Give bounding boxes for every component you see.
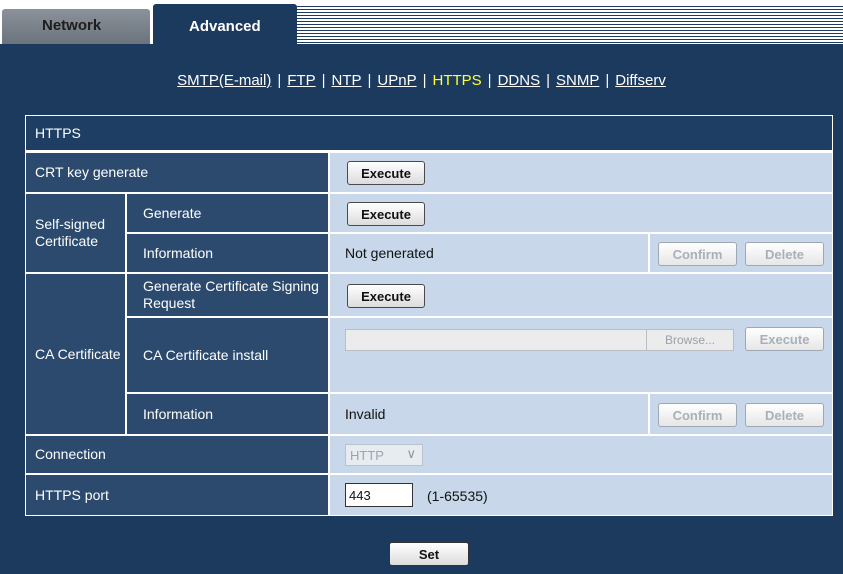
subnav-separator: |: [321, 72, 326, 89]
self-signed-delete-button[interactable]: Delete: [745, 242, 824, 266]
section-title-text: HTTPS: [35, 124, 81, 141]
self-signed-generate-label: Generate: [127, 194, 328, 232]
crt-execute-button[interactable]: Execute: [347, 161, 425, 185]
crt-key-label-text: CRT key generate: [35, 164, 149, 180]
chevron-down-icon: ∨: [406, 446, 416, 461]
sub-navigation: SMTP(E-mail) | FTP | NTP | UPnP | HTTPS | DDNS | SNM…: [0, 72, 843, 89]
ca-install-label-text: CA Certificate install: [143, 346, 269, 363]
self-signed-info-value: Not generated: [330, 234, 648, 272]
self-signed-confirm-button[interactable]: Confirm: [658, 242, 737, 266]
subnav-separator: |: [422, 72, 427, 89]
ca-install-execute-button[interactable]: Execute: [745, 327, 824, 351]
https-settings-table: HTTPS CRT key generate Execute Self-sign…: [25, 115, 833, 516]
connection-label-text: Connection: [35, 446, 106, 462]
https-port-label-text: HTTPS port: [35, 486, 109, 503]
ca-confirm-button[interactable]: Confirm: [658, 403, 737, 427]
self-signed-generate-value: Execute: [330, 194, 832, 232]
tab-bar: Network Advanced: [0, 0, 843, 46]
subnav-smtp[interactable]: SMTP(E-mail): [177, 72, 271, 89]
self-signed-info-text: Not generated: [345, 245, 434, 261]
tab-advanced[interactable]: Advanced: [153, 4, 297, 46]
self-signed-info-label-text: Information: [143, 244, 214, 261]
ca-install-label: CA Certificate install: [127, 318, 328, 392]
subnav-separator: |: [546, 72, 550, 89]
ca-certificate-label: CA Certificate: [26, 274, 125, 434]
subnav-separator: |: [277, 72, 282, 89]
ca-delete-button[interactable]: Delete: [745, 403, 824, 427]
https-port-label: HTTPS port: [26, 475, 328, 515]
ca-info-label: Information: [127, 394, 328, 434]
ca-file-path-field[interactable]: [345, 329, 647, 351]
csr-label: Generate Certificate Signing Request: [127, 274, 328, 316]
subnav-separator: |: [367, 72, 372, 89]
csr-execute-button[interactable]: Execute: [347, 284, 425, 308]
https-port-range: (1-65535): [427, 488, 488, 504]
browse-button[interactable]: Browse...: [646, 329, 734, 351]
tab-network[interactable]: Network: [2, 9, 150, 44]
connection-value: HTTP ∨: [330, 436, 832, 473]
tab-network-label: Network: [42, 17, 102, 34]
section-title: HTTPS: [26, 116, 832, 150]
set-button[interactable]: Set: [389, 542, 469, 566]
ca-info-text: Invalid: [345, 406, 386, 422]
ca-info-value: Invalid: [330, 394, 648, 434]
ca-certificate-label-text: CA Certificate: [35, 345, 121, 362]
tab-bar-decoration: [297, 6, 843, 44]
self-signed-execute-button[interactable]: Execute: [347, 202, 425, 226]
subnav-separator: |: [487, 72, 492, 89]
csr-value: Execute: [330, 274, 832, 316]
subnav-snmp[interactable]: SNMP: [556, 72, 599, 89]
self-signed-generate-label-text: Generate: [143, 204, 202, 221]
self-signed-info-actions: Confirm Delete: [650, 234, 832, 272]
self-signed-info-label: Information: [127, 234, 328, 272]
subnav-https[interactable]: HTTPS: [433, 72, 482, 89]
https-port-value: (1-65535): [330, 475, 832, 515]
subnav-upnp[interactable]: UPnP: [377, 72, 416, 89]
ca-install-value: Browse... Execute: [330, 318, 832, 392]
self-signed-label: Self-signed Certificate: [26, 194, 125, 272]
connection-select[interactable]: HTTP ∨: [345, 444, 423, 466]
csr-label-text: Generate Certificate Signing Request: [143, 278, 319, 311]
crt-key-label: CRT key generate: [26, 153, 328, 192]
ca-info-actions: Confirm Delete: [650, 394, 832, 434]
tab-advanced-label: Advanced: [189, 18, 261, 35]
https-port-input[interactable]: [345, 483, 413, 507]
connection-label: Connection: [26, 436, 328, 473]
crt-key-value: Execute: [330, 153, 832, 192]
subnav-diffserv[interactable]: Diffserv: [615, 72, 666, 89]
self-signed-label-text: Self-signed Certificate: [35, 216, 106, 249]
subnav-separator: |: [605, 72, 610, 89]
subnav-ftp[interactable]: FTP: [287, 72, 315, 89]
connection-select-value: HTTP: [350, 448, 384, 463]
ca-info-label-text: Information: [143, 405, 214, 422]
subnav-ddns[interactable]: DDNS: [498, 72, 541, 89]
subnav-ntp[interactable]: NTP: [332, 72, 362, 89]
